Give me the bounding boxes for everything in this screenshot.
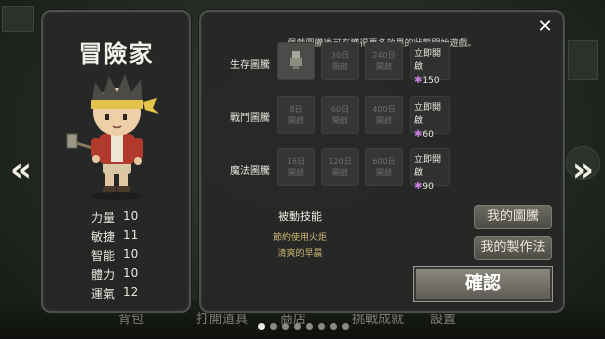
totem-slot-magic-3[interactable]: 600日 開啟 [365,148,403,186]
slot-day: 8日 [289,105,303,114]
stat-value: 10 [123,247,139,261]
stat-value: 10 [123,266,139,280]
slot-day: 400日 [372,105,396,114]
stat-label: 運氣 [91,287,116,301]
page-dot[interactable] [330,323,337,330]
adventurer-portrait [66,74,159,200]
unlock-label: 立即開啟 [414,103,442,126]
page-dot[interactable] [270,323,277,330]
totem-slot-magic-1[interactable]: 16日 開啟 [277,148,315,186]
character-panel: 冒險家 力量 10 敏捷 11 智能 10 體力 10 運氣 12 [41,10,191,313]
stat-label: 力量 [91,211,116,225]
passive-skills-title: 被動技能 [278,210,322,223]
stat-label: 敏捷 [91,230,116,244]
stat-label: 體力 [91,268,116,282]
chevron-left-icon[interactable]: « [8,150,34,190]
slot-day: 240日 [372,51,396,60]
totem-slot-combat-2[interactable]: 60日 開啟 [321,96,359,134]
stat-value: 11 [123,228,139,242]
passive-skill-item: 節約使用火炬 [272,233,327,243]
pagination-dots [258,323,349,330]
stat-strength: 力量 10 [91,209,143,226]
confirm-button[interactable]: 確認 [413,266,553,302]
unlock-now-survival[interactable]: 立即開啟 ✱150 [410,42,450,86]
totem-slot-survival-2[interactable]: 30日 開啟 [321,42,359,80]
close-icon[interactable]: ✕ [535,17,555,37]
page-dot[interactable] [306,323,313,330]
stat-intelligence: 智能 10 [91,247,143,264]
passive-skill-item: 清爽的早晨 [277,249,323,259]
my-recipes-button[interactable]: 我的製作法 [474,236,552,260]
my-totems-button[interactable]: 我的圖騰 [474,205,552,229]
page-dot[interactable] [342,323,349,330]
slot-text: 開啟 [376,116,392,125]
slot-text: 開啟 [332,168,348,177]
unlock-cost: 150 [422,76,440,86]
stat-value: 10 [123,209,139,223]
slot-text: 開啟 [376,62,392,71]
slot-day: 60日 [330,105,350,114]
totem-slot-magic-2[interactable]: 120日 開啟 [321,148,359,186]
page-dot[interactable] [294,323,301,330]
slot-text: 開啟 [288,116,304,125]
stat-stamina: 體力 10 [91,266,143,283]
page-dot[interactable] [258,323,265,330]
unlock-cost: 90 [422,182,434,192]
totem-label-magic: 魔法圖騰 [230,166,270,177]
totem-slot-combat-1[interactable]: 8日 開啟 [277,96,315,134]
totem-slot-survival-1[interactable] [277,42,315,80]
chevron-right-icon[interactable]: » [570,150,596,190]
totem-slot-survival-3[interactable]: 240日 開啟 [365,42,403,80]
slot-text: 開啟 [288,168,304,177]
totem-label-combat: 戰鬥圖騰 [230,113,270,124]
slot-day: 600日 [372,157,396,166]
page-dot[interactable] [282,323,289,330]
unlock-now-magic[interactable]: 立即開啟 ✱90 [410,148,450,192]
background-wall-right [568,40,598,80]
unlock-label: 立即開啟 [414,155,442,178]
slot-day: 30日 [330,51,350,60]
slot-text: 開啟 [332,116,348,125]
slot-day: 16日 [286,157,306,166]
totem-label-survival: 生存圖騰 [230,60,270,71]
stat-label: 智能 [91,249,116,263]
background-wall-left [2,6,34,32]
totem-slot-combat-3[interactable]: 400日 開啟 [365,96,403,134]
unlock-cost: 60 [422,130,434,140]
stat-value: 12 [123,285,139,299]
slot-text: 開啟 [332,62,348,71]
stat-agility: 敏捷 11 [91,228,143,245]
page-dot[interactable] [318,323,325,330]
totem-figure-icon [290,51,302,69]
slot-day: 120日 [328,157,352,166]
stat-luck: 運氣 12 [91,285,143,302]
slot-text: 開啟 [376,168,392,177]
unlock-label: 立即開啟 [414,49,442,72]
unlock-now-combat[interactable]: 立即開啟 ✱60 [410,96,450,140]
character-name: 冒險家 [78,40,154,68]
